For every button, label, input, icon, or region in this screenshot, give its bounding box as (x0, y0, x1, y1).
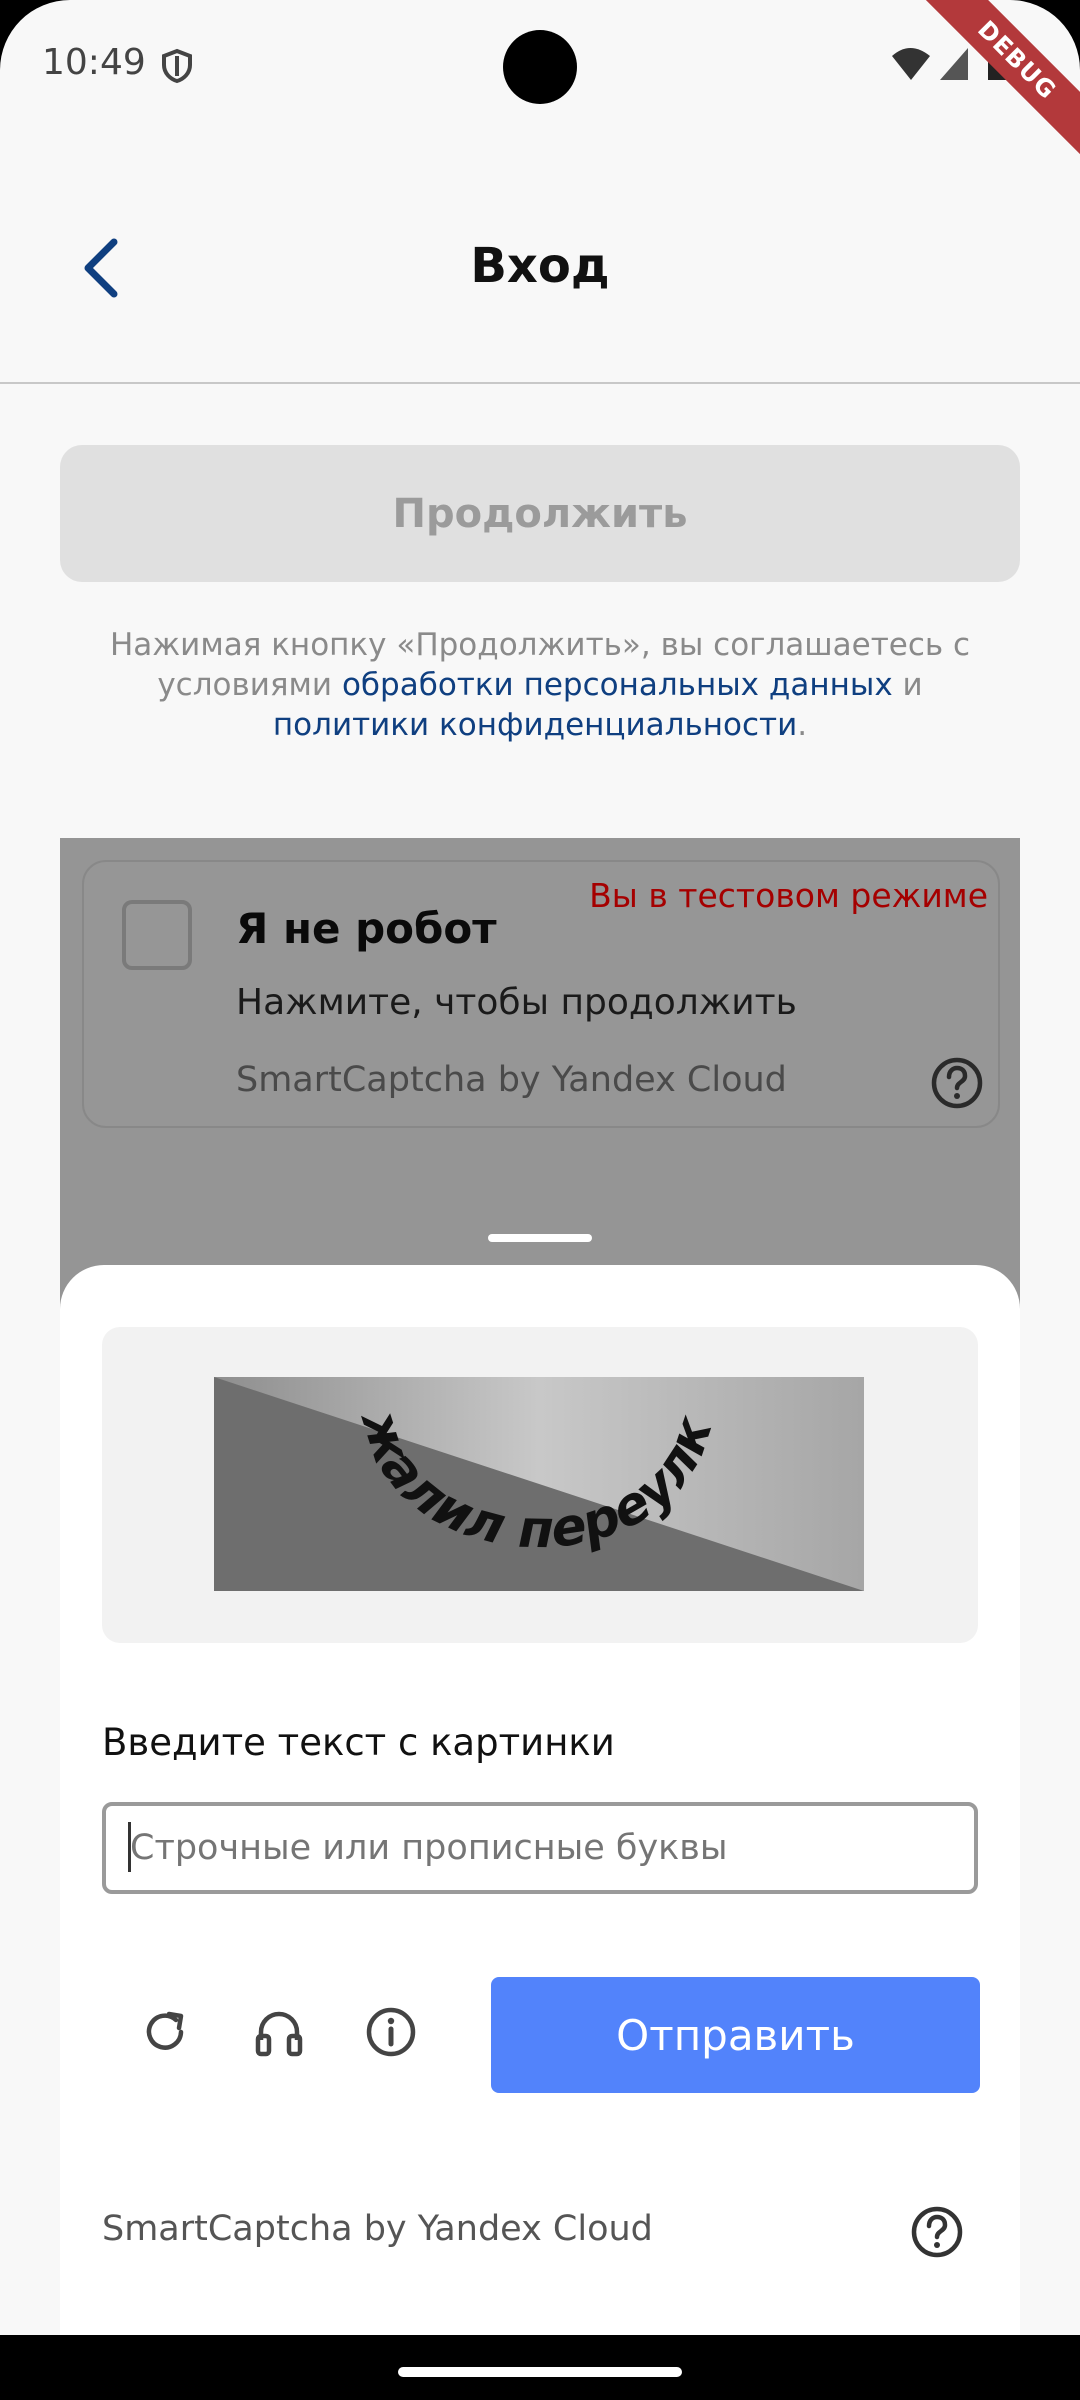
captcha-subtitle: Нажмите, чтобы продолжить (236, 982, 797, 1023)
captcha-image: жалил переулка (214, 1377, 864, 1591)
privacy-policy-link[interactable]: политики конфиденциальности (273, 707, 797, 743)
captcha-input-label: Введите текст с картинки (102, 1721, 615, 1764)
question-circle-icon[interactable] (930, 1056, 984, 1114)
status-bar: 10:49 DEBUG (0, 0, 1080, 164)
captcha-image-box: жалил переулка (102, 1327, 978, 1643)
app-bar: Вход (0, 170, 1080, 370)
home-gesture-handle[interactable] (398, 2367, 682, 2377)
test-mode-label: Вы в тестовом режиме (589, 876, 988, 915)
submit-button[interactable]: Отправить (491, 1977, 980, 2093)
app-bar-divider (0, 382, 1080, 384)
wifi-icon (892, 48, 930, 80)
help-icon[interactable] (910, 2205, 964, 2263)
screen: 10:49 DEBUG Вход Продолжить Нажимая кноп… (0, 0, 1080, 2400)
sheet-brand: SmartCaptcha by Yandex Cloud (102, 2209, 653, 2249)
captcha-title: Я не робот (236, 904, 497, 953)
personal-data-link[interactable]: обработки персональных данных (342, 667, 893, 703)
terms-middle: и (892, 667, 923, 703)
text-caret (128, 1822, 131, 1872)
signal-icon (940, 48, 968, 80)
captcha-brand: SmartCaptcha by Yandex Cloud (236, 1060, 787, 1100)
terms-text: Нажимая кнопку «Продолжить», вы соглашае… (60, 625, 1020, 745)
camera-cutout (503, 30, 577, 104)
refresh-icon[interactable] (130, 1997, 200, 2067)
captcha-text-input[interactable] (102, 1802, 978, 1894)
headphones-icon[interactable] (244, 1997, 314, 2067)
captcha-widget[interactable]: Я не робот Вы в тестовом режиме Нажмите,… (82, 860, 1000, 1128)
continue-button[interactable]: Продолжить (60, 445, 1020, 582)
page-title: Вход (470, 238, 610, 294)
info-icon[interactable] (356, 1997, 426, 2067)
captcha-sheet: жалил переулка Введите текст с картинки (60, 1265, 1020, 2335)
sheet-drag-handle[interactable] (488, 1234, 592, 1242)
captcha-checkbox[interactable] (122, 900, 192, 970)
status-time: 10:49 (42, 42, 146, 83)
terms-suffix: . (797, 707, 808, 743)
shield-icon (160, 48, 194, 88)
navigation-bar (0, 2335, 1080, 2400)
